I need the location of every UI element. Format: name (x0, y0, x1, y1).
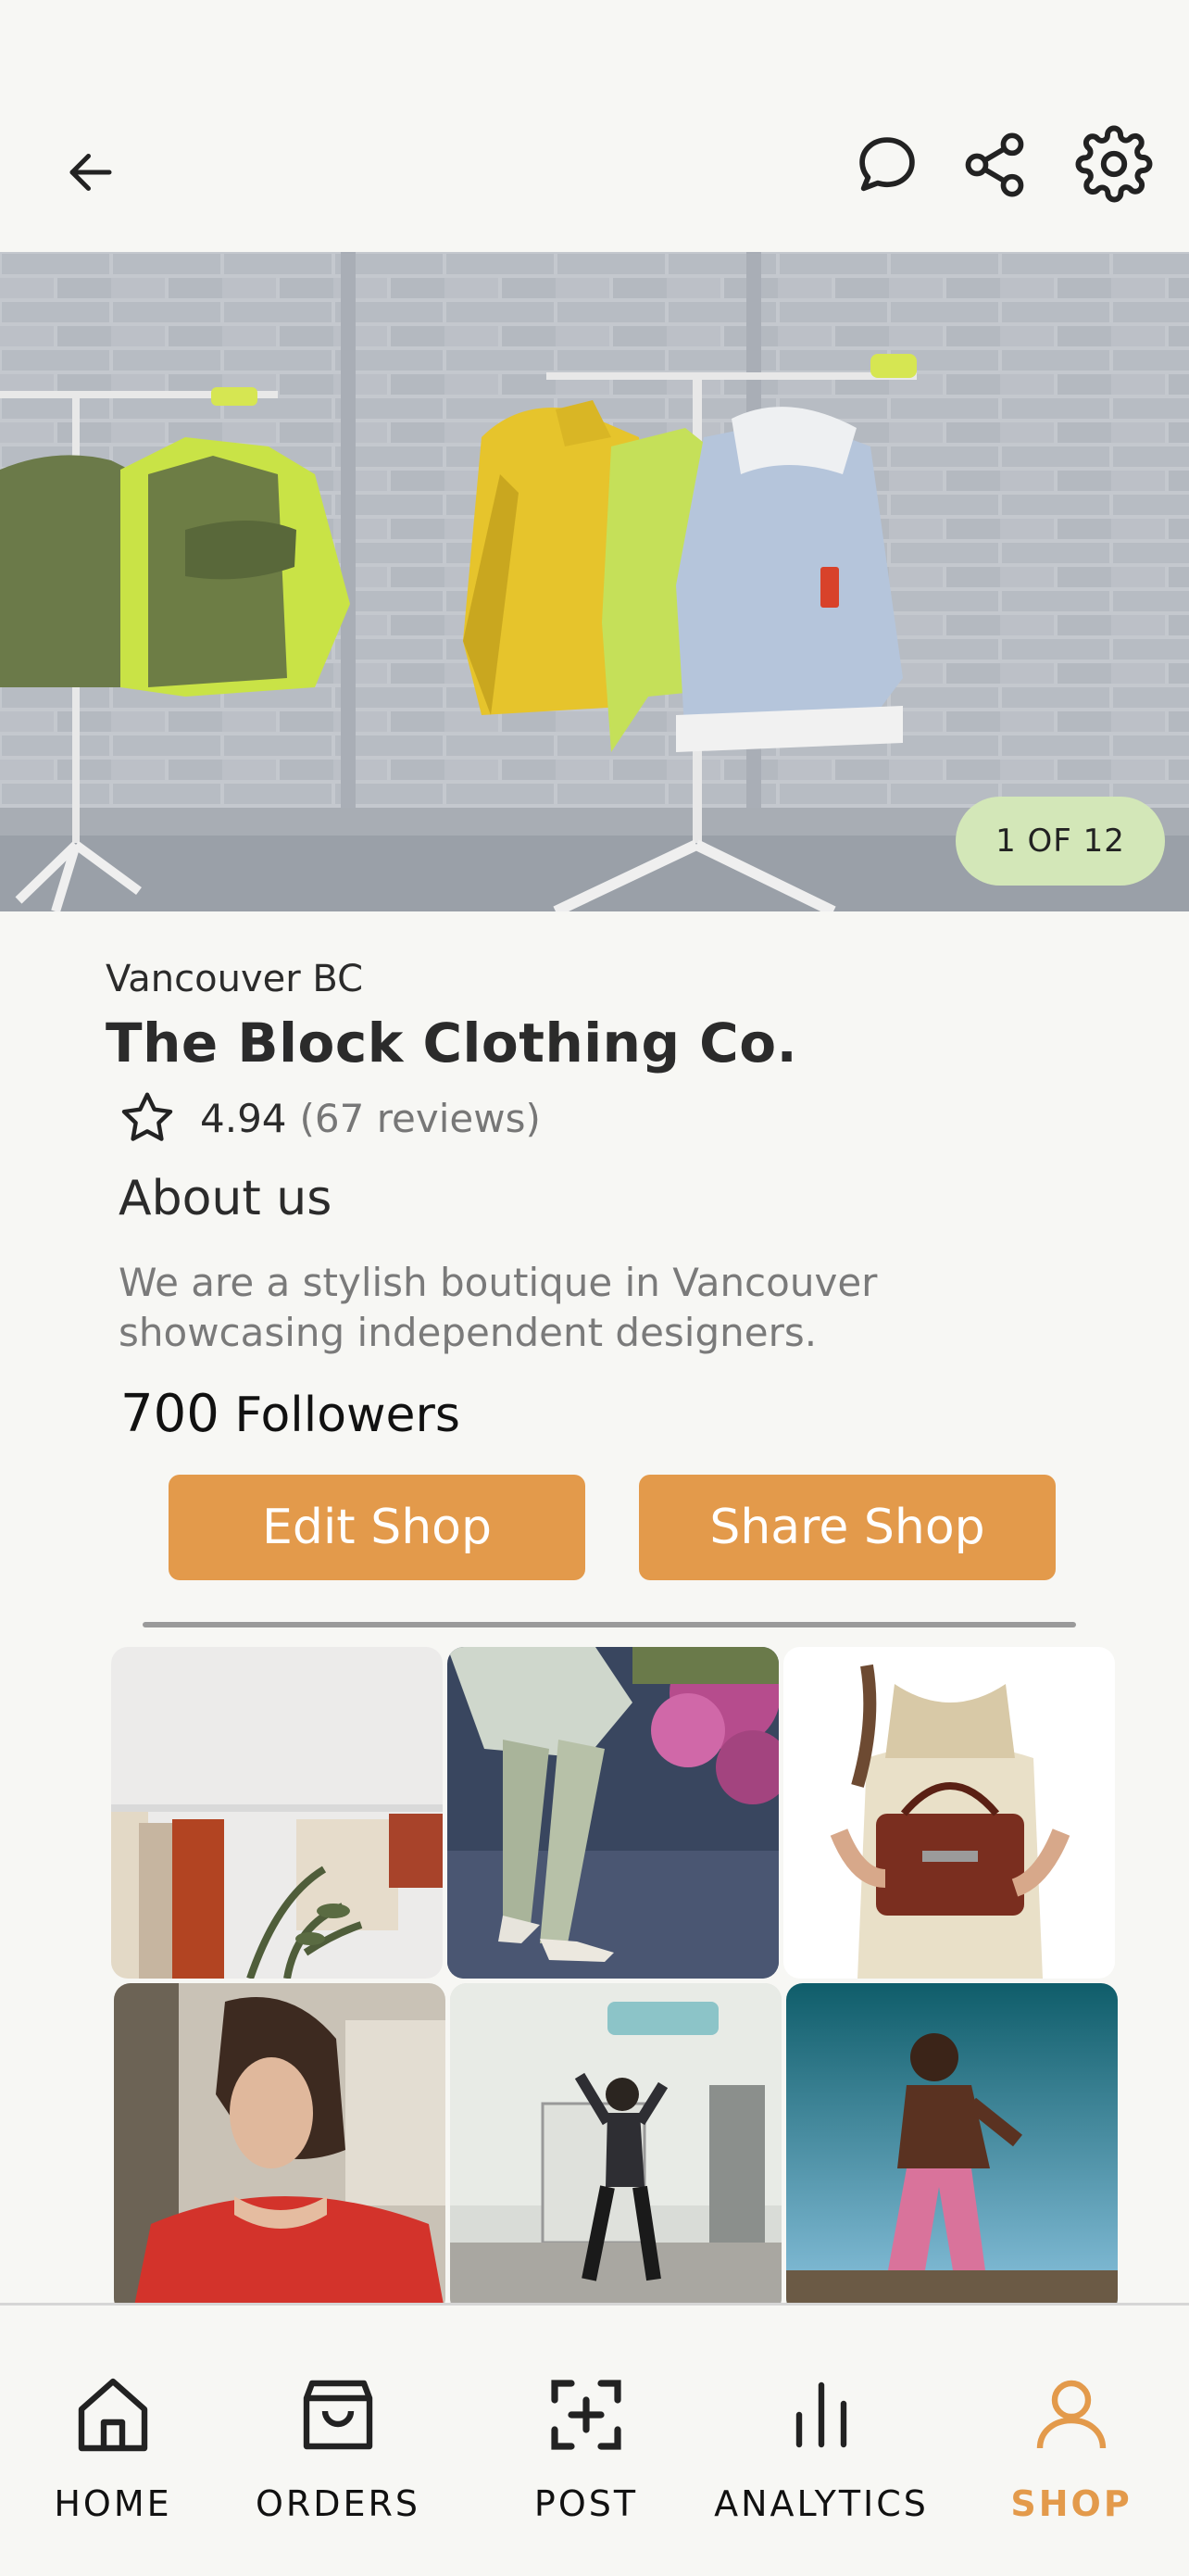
product-tile[interactable] (786, 1983, 1118, 2303)
rating-value: 4.94 (200, 1095, 287, 1141)
rating-row[interactable]: 4.94 (67 reviews) (117, 1087, 541, 1149)
share-button[interactable] (957, 128, 1032, 202)
product-tile[interactable] (783, 1647, 1115, 1979)
share-icon (965, 132, 1024, 197)
bar-chart-icon (795, 2381, 847, 2448)
about-text: We are a stylish boutique in Vancouver s… (119, 1260, 878, 1355)
share-shop-button[interactable]: Share Shop (639, 1475, 1056, 1580)
about-heading: About us (119, 1171, 332, 1226)
product-tile[interactable] (447, 1647, 779, 1979)
product-tile[interactable] (114, 1983, 445, 2303)
star-icon (121, 1092, 173, 1141)
hero-image[interactable]: 1 OF 12 (0, 252, 1189, 911)
image-counter: 1 OF 12 (956, 797, 1165, 886)
product-grid (0, 1647, 1189, 2303)
followers-count[interactable]: 700 Followers (120, 1384, 460, 1444)
edit-shop-button[interactable]: Edit Shop (169, 1475, 585, 1580)
shopping-bag-icon (303, 2380, 373, 2450)
gear-icon (1075, 125, 1153, 203)
nav-post[interactable]: POST (526, 2306, 646, 2576)
shop-name: The Block Clothing Co. (106, 1012, 798, 1074)
add-post-icon (551, 2380, 621, 2450)
top-bar (0, 0, 1189, 252)
nav-label: HOME (54, 2483, 172, 2524)
chat-button[interactable] (850, 128, 924, 202)
product-tile[interactable] (111, 1647, 443, 1979)
bottom-nav: HOME ORDERS POST ANALYTICS SHOP (0, 2303, 1189, 2576)
back-button[interactable] (57, 139, 124, 206)
nav-analytics[interactable]: ANALYTICS (714, 2306, 929, 2576)
product-tile[interactable] (450, 1983, 782, 2303)
nav-label: ORDERS (255, 2483, 421, 2524)
nav-home[interactable]: HOME (46, 2306, 180, 2576)
divider (143, 1622, 1076, 1627)
nav-shop[interactable]: SHOP (1010, 2306, 1133, 2576)
person-icon (1036, 2380, 1107, 2449)
settings-button[interactable] (1074, 124, 1154, 204)
nav-orders[interactable]: ORDERS (250, 2306, 426, 2576)
arrow-left-icon (69, 154, 112, 191)
followers-number: 700 (120, 1384, 219, 1444)
nav-label: POST (533, 2483, 639, 2524)
home-icon (78, 2378, 148, 2452)
nav-label: SHOP (1010, 2483, 1133, 2524)
followers-label: Followers (234, 1388, 460, 1443)
shop-location: Vancouver BC (106, 958, 364, 1000)
nav-label: ANALYTICS (714, 2483, 929, 2524)
review-count[interactable]: (67 reviews) (300, 1096, 541, 1141)
chat-bubble-icon (859, 137, 915, 192)
